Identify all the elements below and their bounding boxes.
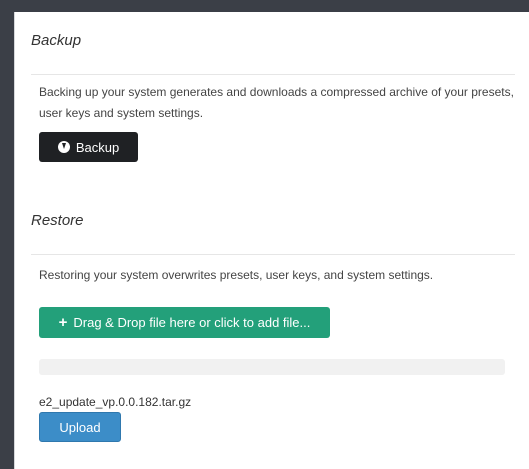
dropzone-label: Drag & Drop file here or click to add fi… xyxy=(73,315,311,330)
upload-progress-bar xyxy=(39,359,505,375)
selected-filename: e2_update_vp.0.0.182.tar.gz xyxy=(39,395,192,409)
file-dropzone-button[interactable]: + Drag & Drop file here or click to add … xyxy=(39,307,330,338)
restore-title: Restore xyxy=(31,212,84,229)
circle-arrow-down-icon xyxy=(57,141,70,153)
backup-button[interactable]: Backup xyxy=(39,132,138,162)
backup-button-label: Backup xyxy=(75,139,120,155)
plus-icon: + xyxy=(58,314,68,331)
restore-description: Restoring your system overwrites presets… xyxy=(39,268,434,282)
backup-title: Backup xyxy=(31,32,82,49)
backup-description: Backing up your system generates and dow… xyxy=(39,85,514,120)
upload-button-label: Upload xyxy=(59,419,101,435)
restore-divider xyxy=(31,254,515,255)
upload-button[interactable]: Upload xyxy=(39,412,121,442)
backup-divider xyxy=(31,74,515,75)
backup-restore-panel: Backup Backing up your system generates … xyxy=(14,12,529,469)
